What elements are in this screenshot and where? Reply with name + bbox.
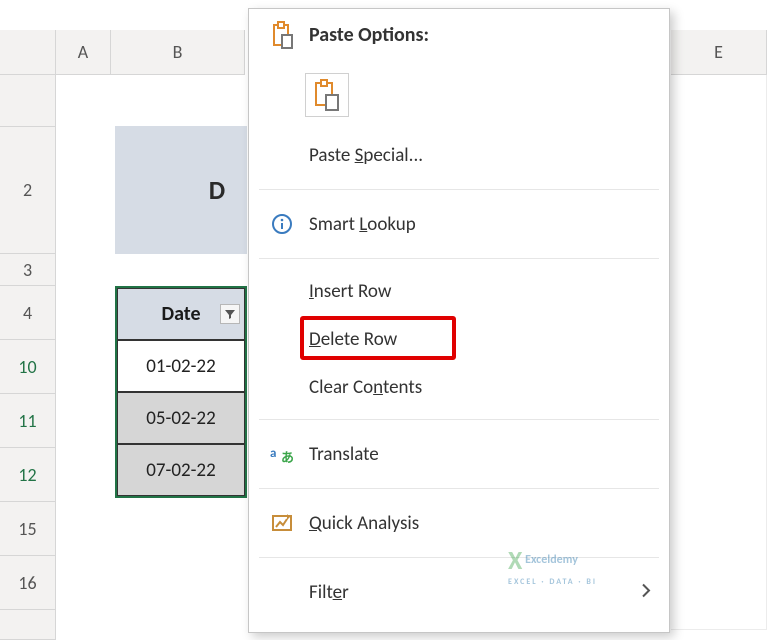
quick-analysis-icon: [267, 512, 297, 534]
colhead-a[interactable]: A: [56, 30, 111, 75]
table-header-label: Date: [161, 302, 200, 326]
rowhead-15[interactable]: 15: [0, 502, 56, 556]
menu-separator: [259, 258, 659, 259]
funnel-icon: [224, 308, 236, 320]
cell-col-e[interactable]: [671, 75, 767, 630]
menu-label: Filter: [309, 581, 349, 604]
table-row[interactable]: 01-02-22: [117, 340, 245, 392]
menu-label: Clear Contents: [309, 376, 422, 399]
insert-row-item[interactable]: Insert Row: [249, 267, 669, 315]
menu-label: Delete Row: [309, 328, 397, 351]
quick-analysis-item[interactable]: Quick Analysis: [249, 497, 669, 549]
rowhead-1[interactable]: [0, 75, 56, 127]
menu-separator: [259, 557, 659, 558]
menu-label: Translate: [309, 443, 379, 466]
menu-label: Quick Analysis: [309, 512, 419, 535]
rowhead-17[interactable]: [0, 610, 56, 640]
chevron-right-icon: [641, 581, 651, 604]
rowhead-3[interactable]: 3: [0, 254, 56, 286]
menu-separator: [259, 419, 659, 420]
menu-separator: [259, 189, 659, 190]
rowhead-2[interactable]: 2: [0, 127, 56, 254]
table-row[interactable]: 07-02-22: [117, 444, 245, 496]
paste-options-label: Paste Options:: [309, 23, 429, 47]
rowhead-11[interactable]: 11: [0, 394, 56, 448]
svg-text:あ: あ: [281, 451, 294, 465]
paste-option-values[interactable]: [305, 73, 349, 117]
menu-label: Paste Special...: [309, 144, 423, 167]
menu-label: Insert Row: [309, 280, 391, 303]
menu-label: Smart Lookup: [309, 213, 416, 236]
paste-options-heading: Paste Options:: [249, 13, 669, 57]
clipboard-paste-icon: [312, 78, 342, 112]
table-header-date[interactable]: Date: [117, 288, 245, 340]
translate-item[interactable]: aあ Translate: [249, 428, 669, 480]
clipboard-icon: [267, 20, 297, 50]
rowhead-10[interactable]: 10: [0, 340, 56, 394]
table-row[interactable]: 05-02-22: [117, 392, 245, 444]
clear-contents-item[interactable]: Clear Contents: [249, 363, 669, 411]
paste-special-item[interactable]: Paste Special...: [249, 129, 669, 181]
svg-text:a: a: [270, 446, 276, 461]
colhead-e[interactable]: E: [671, 30, 767, 75]
colhead-b[interactable]: B: [111, 30, 245, 75]
smart-lookup-icon: [267, 213, 297, 235]
smart-lookup-item[interactable]: Smart Lookup: [249, 198, 669, 250]
filter-submenu-item[interactable]: Filter: [249, 566, 669, 618]
rowhead-4[interactable]: 4: [0, 286, 56, 340]
select-all-corner[interactable]: [0, 30, 56, 75]
translate-icon: aあ: [267, 443, 297, 465]
title-cell[interactable]: D: [115, 126, 247, 254]
rowhead-12[interactable]: 12: [0, 448, 56, 502]
filter-dropdown-button[interactable]: [220, 304, 240, 324]
rowhead-16[interactable]: 16: [0, 556, 56, 610]
delete-row-item[interactable]: Delete Row: [249, 315, 669, 363]
menu-separator: [259, 488, 659, 489]
data-table: Date 01-02-22 05-02-22 07-02-22: [115, 286, 247, 498]
context-menu: Paste Options: Paste Special... Smart Lo…: [248, 8, 670, 633]
